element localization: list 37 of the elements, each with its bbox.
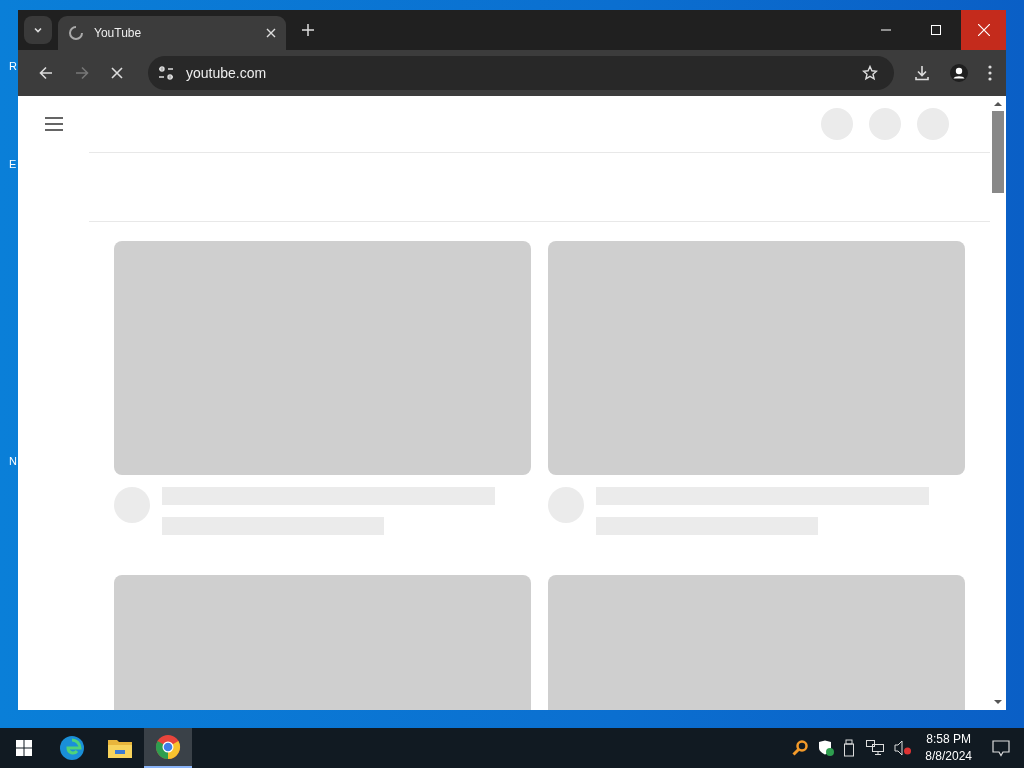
desktop-icon-label: N <box>9 455 17 467</box>
clock-time: 8:58 PM <box>926 731 971 748</box>
maximize-icon[interactable] <box>931 25 941 35</box>
stop-icon[interactable] <box>111 67 123 79</box>
scrollbar-thumb[interactable] <box>992 111 1004 193</box>
tab-title: YouTube <box>94 26 143 40</box>
notifications-icon[interactable] <box>992 739 1010 757</box>
profile-icon[interactable] <box>950 64 968 82</box>
close-tab-icon[interactable] <box>266 28 276 38</box>
network-icon[interactable] <box>866 740 885 756</box>
clock[interactable]: 8:58 PM 8/8/2024 <box>925 731 972 765</box>
tab-search-button[interactable] <box>24 16 52 44</box>
download-icon[interactable] <box>914 65 930 81</box>
scroll-down-arrow-icon[interactable] <box>994 699 1002 705</box>
security-shield-icon[interactable] <box>818 740 835 756</box>
usb-drive-icon[interactable] <box>844 739 857 757</box>
desktop-icon-label: E <box>9 158 17 170</box>
taskbar-app[interactable] <box>144 728 192 768</box>
new-tab-icon[interactable] <box>302 24 314 36</box>
folder-icon <box>108 738 132 758</box>
site-settings-icon[interactable] <box>158 66 174 80</box>
menu-icon[interactable] <box>988 65 992 81</box>
magnifier-icon[interactable] <box>792 740 809 756</box>
browser-tab[interactable]: YouTube <box>58 16 286 50</box>
address-text: youtube.com <box>186 65 267 81</box>
chrome-icon <box>155 734 181 760</box>
close-icon <box>977 24 990 36</box>
edge-browser-icon <box>59 735 85 761</box>
speaker-muted-icon[interactable] <box>894 740 913 756</box>
menu-icon[interactable] <box>45 117 63 131</box>
scroll-up-arrow-icon[interactable] <box>994 101 1002 107</box>
bookmark-star-icon[interactable] <box>862 65 878 81</box>
clock-date: 8/8/2024 <box>925 748 972 765</box>
back-icon[interactable] <box>39 66 53 80</box>
address-bar[interactable]: youtube.com <box>148 56 894 90</box>
windows-start-icon[interactable] <box>16 740 32 756</box>
desktop-icon-label: R <box>9 60 17 72</box>
